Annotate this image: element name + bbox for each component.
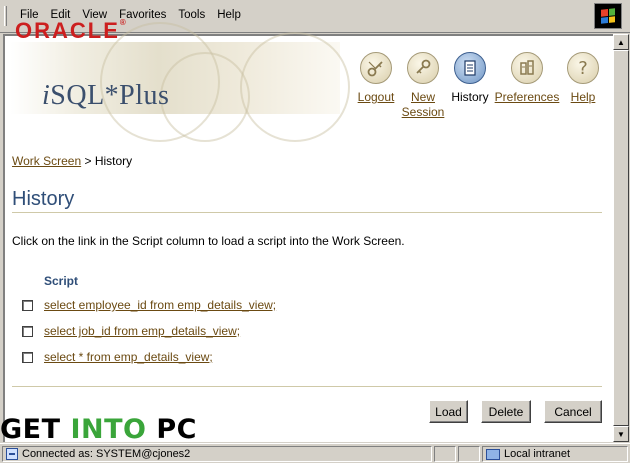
status-zone-text: Local intranet [504, 448, 571, 460]
nav-help[interactable]: ? Help [564, 52, 602, 105]
status-pane-empty-2 [458, 446, 480, 462]
status-zone-pane: Local intranet [482, 446, 628, 462]
global-nav: Logout New Session History Preferences ? … [354, 52, 610, 122]
preferences-icon[interactable] [511, 52, 543, 84]
local-intranet-icon [486, 448, 500, 460]
menu-tools[interactable]: Tools [172, 9, 211, 21]
script-checkbox[interactable] [22, 351, 33, 363]
oracle-logo: ORACLE® [15, 18, 126, 43]
load-button[interactable]: Load [429, 400, 468, 423]
page-icon [6, 448, 18, 460]
script-link[interactable]: select * from emp_details_view; [44, 350, 213, 364]
status-connection-pane: Connected as: SYSTEM@cjones2 [2, 446, 432, 462]
script-checkbox[interactable] [22, 299, 33, 311]
menu-help[interactable]: Help [211, 9, 247, 21]
key-icon[interactable] [407, 52, 439, 84]
table-row: select * from emp_details_view; [22, 349, 213, 365]
status-connection-text: Connected as: SYSTEM@cjones2 [22, 448, 191, 460]
isqlplus-logo: iSQL*Plus [42, 80, 170, 111]
logout-key-icon[interactable] [360, 52, 392, 84]
browser-throbber [594, 3, 622, 29]
table-row: select job_id from emp_details_view; [22, 323, 240, 339]
question-mark-icon[interactable]: ? [567, 52, 599, 84]
scroll-up-arrow-icon[interactable]: ▲ [613, 34, 629, 50]
nav-history: History [450, 52, 490, 105]
script-link[interactable]: select job_id from emp_details_view; [44, 324, 240, 338]
script-link[interactable]: select employee_id from emp_details_view… [44, 298, 276, 312]
instruction-text: Click on the link in the Script column t… [12, 234, 405, 248]
toolbar-grip[interactable] [4, 6, 7, 26]
nav-logout[interactable]: Logout [354, 52, 398, 105]
bottom-divider [12, 386, 602, 387]
delete-button[interactable]: Delete [481, 400, 531, 423]
cancel-button[interactable]: Cancel [544, 400, 602, 423]
logout-link[interactable]: Logout [354, 90, 398, 105]
scrollbar-thumb[interactable] [613, 50, 629, 426]
breadcrumb-work-screen-link[interactable]: Work Screen [12, 154, 81, 168]
watermark: GET INTO PC [0, 414, 197, 445]
history-label: History [451, 90, 489, 104]
vertical-scrollbar[interactable]: ▲ ▼ [613, 34, 629, 442]
table-row: select employee_id from emp_details_view… [22, 297, 276, 313]
windows-logo-icon [601, 8, 615, 24]
nav-preferences[interactable]: Preferences [492, 52, 562, 105]
script-checkbox[interactable] [22, 325, 33, 337]
status-bar: Connected as: SYSTEM@cjones2 Local intra… [0, 443, 630, 463]
preferences-link[interactable]: Preferences [492, 90, 562, 105]
new-session-link[interactable]: New Session [400, 90, 446, 120]
breadcrumb-current: History [94, 154, 133, 168]
nav-new-session[interactable]: New Session [400, 52, 446, 120]
help-link[interactable]: Help [564, 90, 602, 105]
status-pane-empty-1 [434, 446, 456, 462]
history-icon [454, 52, 486, 84]
breadcrumb: Work Screen > History [12, 154, 132, 168]
breadcrumb-separator: > [84, 154, 92, 168]
script-column-header: Script [44, 274, 79, 288]
scroll-down-arrow-icon[interactable]: ▼ [613, 426, 629, 442]
page-title: History [12, 188, 75, 210]
title-divider [12, 212, 602, 213]
